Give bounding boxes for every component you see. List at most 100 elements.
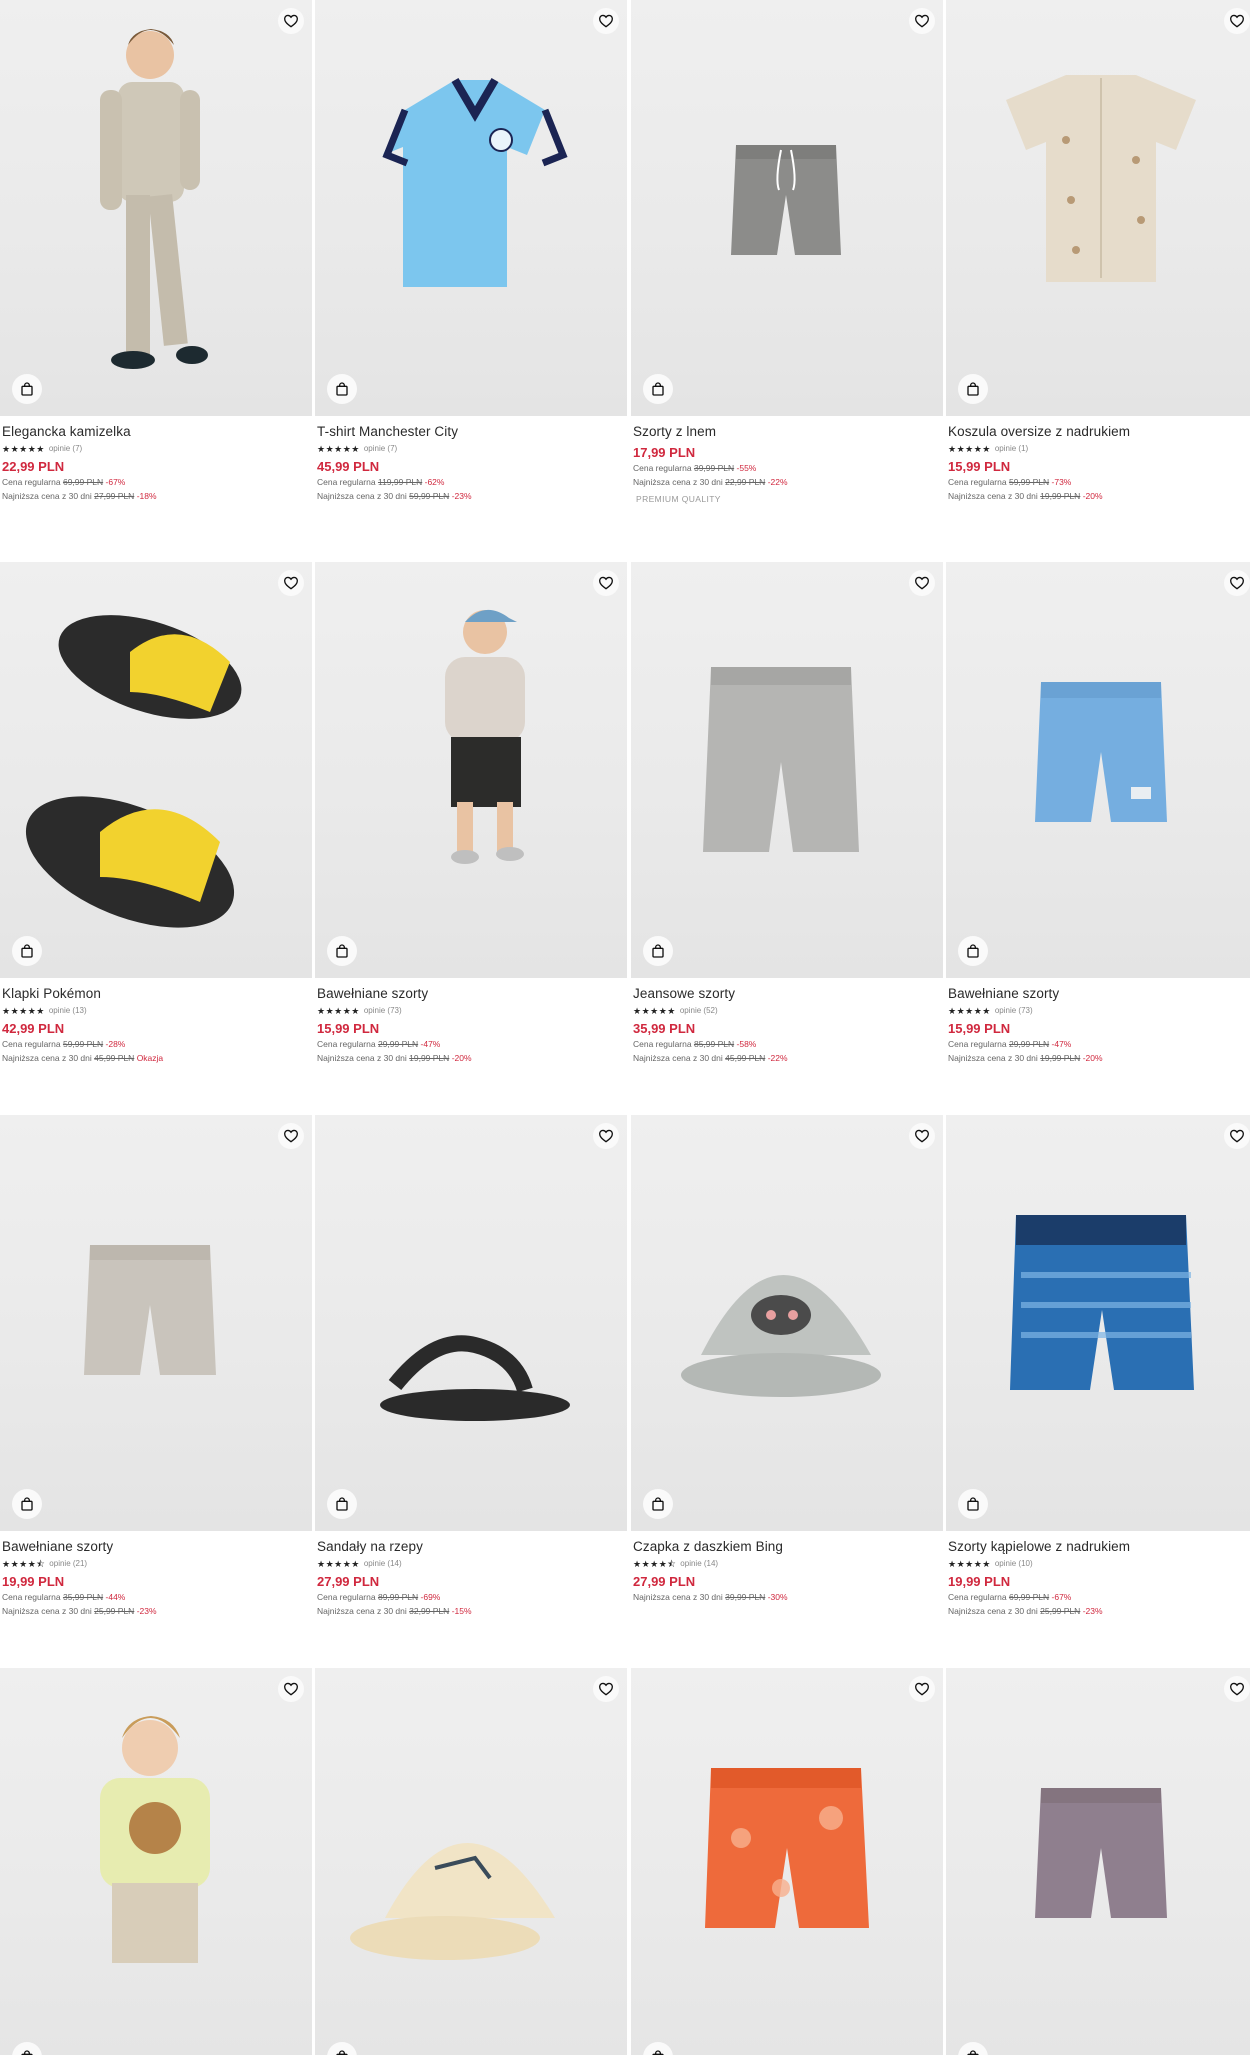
add-to-wishlist-button[interactable]	[1224, 1123, 1250, 1149]
reviews-count[interactable]: opinie (52)	[680, 1006, 718, 1016]
product-image[interactable]	[946, 0, 1250, 416]
add-to-cart-button[interactable]	[958, 374, 988, 404]
add-to-wishlist-button[interactable]	[593, 1123, 619, 1149]
add-to-wishlist-button[interactable]	[278, 1123, 304, 1149]
product-name[interactable]: Koszula oversize z nadrukiem	[948, 424, 1250, 440]
product-image[interactable]	[946, 1115, 1250, 1531]
add-to-wishlist-button[interactable]	[909, 1123, 935, 1149]
product-image[interactable]	[0, 1115, 312, 1531]
product-rating: ★★★★★ opinie (10)	[948, 1558, 1250, 1569]
reviews-count[interactable]: opinie (14)	[364, 1559, 402, 1569]
product-name[interactable]: Szorty kąpielowe z nadrukiem	[948, 1539, 1250, 1555]
product-photo	[100, 1716, 210, 1963]
product-image[interactable]	[631, 1115, 943, 1531]
product-image[interactable]	[315, 1668, 627, 2055]
discount: -20%	[1082, 1053, 1103, 1063]
add-to-cart-button[interactable]	[958, 936, 988, 966]
add-to-wishlist-button[interactable]	[909, 570, 935, 596]
add-to-cart-button[interactable]	[958, 1489, 988, 1519]
shopping-bag-icon	[652, 944, 664, 958]
shopping-bag-icon	[21, 2050, 33, 2055]
shopping-bag-icon	[967, 944, 979, 958]
add-to-wishlist-button[interactable]	[1224, 8, 1250, 34]
reviews-count[interactable]: opinie (1)	[995, 444, 1028, 454]
product-info: Szorty z lnem 17,99 PLN Cena regularna 3…	[633, 424, 941, 504]
product-name[interactable]: Bawełniane szorty	[2, 1539, 310, 1555]
add-to-cart-button[interactable]	[327, 936, 357, 966]
price-label: Cena regularna	[317, 1039, 378, 1049]
rating-stars: ★★★★★	[2, 1005, 45, 1016]
product-image[interactable]	[315, 1115, 627, 1531]
product-image[interactable]	[631, 1668, 943, 2055]
add-to-cart-button[interactable]	[327, 1489, 357, 1519]
product-info: Bawełniane szorty ★★★★★ opinie (73) 15,9…	[317, 986, 625, 1064]
reviews-count[interactable]: opinie (7)	[49, 444, 82, 454]
product-image[interactable]	[946, 562, 1250, 978]
price-history: Cena regularna 59,99 PLN -73% Najniższa c…	[948, 477, 1250, 502]
add-to-wishlist-button[interactable]	[593, 570, 619, 596]
product-image[interactable]	[946, 1668, 1250, 2055]
old-price: 119,99 PLN	[377, 477, 423, 487]
product-rating: ★★★★★ opinie (73)	[317, 1005, 625, 1016]
add-to-wishlist-button[interactable]	[1224, 1676, 1250, 1702]
add-to-wishlist-button[interactable]	[278, 570, 304, 596]
product-image[interactable]	[315, 0, 627, 416]
product-image[interactable]	[315, 562, 627, 978]
reviews-count[interactable]: opinie (73)	[995, 1006, 1033, 1016]
add-to-cart-button[interactable]	[643, 374, 673, 404]
discount: -20%	[451, 1053, 472, 1063]
product-name[interactable]: Klapki Pokémon	[2, 986, 310, 1002]
reviews-count[interactable]: opinie (21)	[49, 1559, 87, 1569]
add-to-cart-button[interactable]	[327, 374, 357, 404]
add-to-cart-button[interactable]	[643, 1489, 673, 1519]
price-line: Cena regularna 85,99 PLN -58%	[633, 1039, 941, 1050]
product-name[interactable]: T-shirt Manchester City	[317, 424, 625, 440]
product-name[interactable]: Czapka z daszkiem Bing	[633, 1539, 941, 1555]
product-rating: ★★★★★ opinie (13)	[2, 1005, 310, 1016]
heart-outline-icon	[598, 14, 614, 28]
product-image[interactable]	[0, 0, 312, 416]
reviews-count[interactable]: opinie (10)	[995, 1559, 1033, 1569]
add-to-cart-button[interactable]	[12, 1489, 42, 1519]
product-image[interactable]	[0, 562, 312, 978]
old-price: 22,99 PLN	[725, 477, 766, 487]
product-image[interactable]	[631, 562, 943, 978]
add-to-wishlist-button[interactable]	[1224, 570, 1250, 596]
shopping-bag-icon	[967, 382, 979, 396]
add-to-cart-button[interactable]	[643, 936, 673, 966]
reviews-count[interactable]: opinie (14)	[680, 1559, 718, 1569]
product-name[interactable]: Elegancka kamizelka	[2, 424, 310, 440]
product-image[interactable]	[0, 1668, 312, 2055]
price-line: Cena regularna 69,99 PLN -67%	[2, 477, 310, 488]
price-label: Najniższa cena z 30 dni	[948, 1606, 1041, 1616]
current-price: 19,99 PLN	[948, 1574, 1011, 1589]
reviews-count[interactable]: opinie (7)	[364, 444, 397, 454]
price-label: Najniższa cena z 30 dni	[948, 491, 1041, 501]
product-name[interactable]: Bawełniane szorty	[317, 986, 625, 1002]
price-line: Najniższa cena z 30 dni 19,99 PLN -20%	[317, 1053, 625, 1064]
add-to-wishlist-button[interactable]	[593, 1676, 619, 1702]
current-price: 15,99 PLN	[317, 1021, 380, 1036]
shopping-bag-icon	[652, 382, 664, 396]
add-to-cart-button[interactable]	[12, 936, 42, 966]
product-tag: PREMIUM QUALITY	[636, 494, 721, 504]
reviews-count[interactable]: opinie (73)	[364, 1006, 402, 1016]
price-label: Najniższa cena z 30 dni	[948, 1053, 1041, 1063]
product-image[interactable]	[631, 0, 943, 416]
old-price: 27,99 PLN	[94, 491, 135, 501]
add-to-wishlist-button[interactable]	[909, 1676, 935, 1702]
add-to-wishlist-button[interactable]	[278, 8, 304, 34]
add-to-wishlist-button[interactable]	[909, 8, 935, 34]
add-to-cart-button[interactable]	[12, 374, 42, 404]
reviews-count[interactable]: opinie (13)	[49, 1006, 87, 1016]
heart-outline-icon	[914, 1682, 930, 1696]
price-history: Cena regularna 35,99 PLN -44% Najniższa c…	[2, 1592, 310, 1617]
add-to-wishlist-button[interactable]	[278, 1676, 304, 1702]
product-name[interactable]: Jeansowe szorty	[633, 986, 941, 1002]
add-to-wishlist-button[interactable]	[593, 8, 619, 34]
product-photo	[84, 1245, 216, 1375]
product-name[interactable]: Sandały na rzepy	[317, 1539, 625, 1555]
price-label: Najniższa cena z 30 dni	[2, 1053, 95, 1063]
product-name[interactable]: Szorty z lnem	[633, 424, 941, 440]
product-name[interactable]: Bawełniane szorty	[948, 986, 1250, 1002]
